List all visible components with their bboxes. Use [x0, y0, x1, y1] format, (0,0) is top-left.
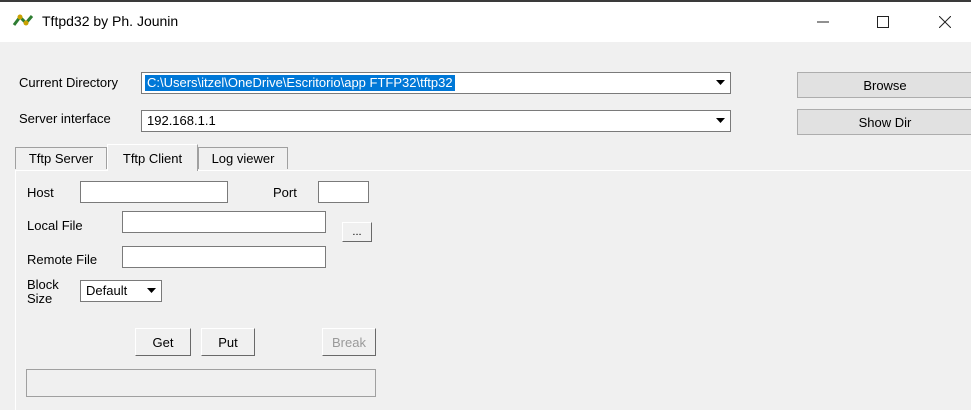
current-directory-value: C:\Users\itzel\OneDrive\Escritorio\app F… — [145, 75, 455, 91]
show-dir-button[interactable]: Show Dir — [797, 109, 971, 135]
port-label: Port — [273, 185, 297, 200]
local-file-label: Local File — [27, 218, 83, 233]
tab-tftp-server[interactable]: Tftp Server — [15, 147, 107, 169]
block-size-value: Default — [86, 283, 128, 298]
size-label: Size — [27, 291, 53, 306]
tab-tftp-client[interactable]: Tftp Client — [107, 144, 198, 171]
minimize-button[interactable] — [800, 2, 846, 42]
block-label: Block — [27, 277, 59, 292]
host-input[interactable] — [80, 181, 228, 203]
chevron-down-icon[interactable] — [144, 283, 159, 299]
tftpd32-app-icon — [12, 14, 34, 26]
maximize-icon — [877, 16, 889, 28]
block-size-label: Block Size — [27, 278, 59, 306]
server-interface-label: Server interface — [19, 111, 111, 126]
tab-log-viewer[interactable]: Log viewer — [198, 147, 288, 169]
remote-file-input[interactable] — [122, 246, 326, 268]
chevron-down-icon[interactable] — [713, 113, 728, 129]
server-interface-value: 192.168.1.1 — [147, 113, 216, 128]
break-button: Break — [322, 328, 376, 356]
minimize-icon — [817, 21, 829, 23]
browse-button[interactable]: Browse — [797, 72, 971, 98]
current-directory-combo[interactable]: C:\Users\itzel\OneDrive\Escritorio\app F… — [141, 72, 731, 94]
close-icon — [939, 16, 951, 28]
chevron-down-icon[interactable] — [713, 75, 728, 91]
block-size-select[interactable]: Default — [80, 280, 162, 302]
local-file-browse-button[interactable]: ... — [342, 222, 372, 242]
close-button[interactable] — [922, 2, 968, 42]
maximize-button[interactable] — [860, 2, 906, 42]
current-directory-label: Current Directory — [19, 75, 118, 90]
server-interface-combo[interactable]: 192.168.1.1 — [141, 110, 731, 132]
transfer-progress-bar — [26, 369, 376, 397]
get-button[interactable]: Get — [135, 328, 191, 356]
remote-file-label: Remote File — [27, 252, 98, 267]
put-button[interactable]: Put — [201, 328, 255, 356]
window-title: Tftpd32 by Ph. Jounin — [42, 13, 179, 29]
host-label: Host — [27, 185, 54, 200]
local-file-input[interactable] — [122, 211, 326, 233]
port-input[interactable] — [318, 181, 369, 203]
